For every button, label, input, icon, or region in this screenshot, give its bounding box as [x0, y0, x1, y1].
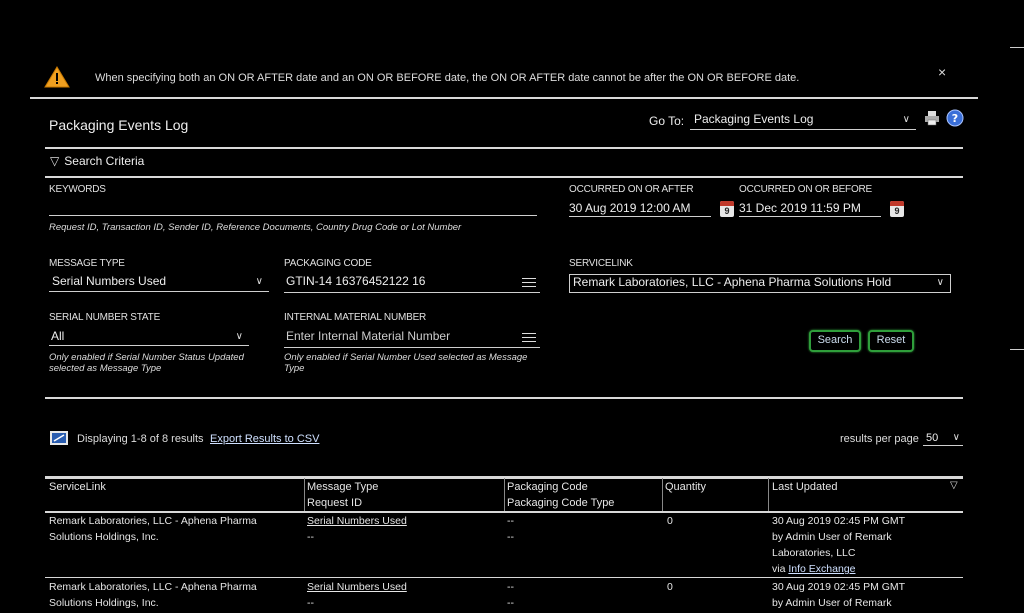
row-request-id: -- — [307, 597, 314, 609]
row-message-type-link[interactable]: Serial Numbers Used — [307, 513, 407, 529]
per-page-value: 50 — [926, 432, 939, 444]
occurred-before-label: OCCURRED ON OR BEFORE — [739, 184, 873, 195]
occurred-after-input[interactable]: 30 Aug 2019 12:00 AM — [569, 201, 711, 217]
help-icon[interactable]: ? — [946, 109, 964, 130]
packaging-code-value: GTIN-14 16376452122 16 — [286, 274, 426, 288]
search-button[interactable]: Search — [809, 330, 861, 352]
chevron-down-icon: ∨ — [902, 114, 910, 125]
col-divider — [662, 478, 663, 512]
row-updated-via: via Info Exchange — [772, 561, 856, 577]
row-updated-date: 30 Aug 2019 02:45 PM GMT — [772, 581, 906, 593]
criteria-divider — [45, 176, 963, 178]
chevron-down-icon: ∨ — [255, 276, 263, 287]
row-packaging-code: -- — [507, 581, 514, 593]
goto-label: Go To: — [649, 114, 685, 128]
col-packaging-code-type[interactable]: Packaging Code Type — [507, 497, 614, 509]
info-exchange-link[interactable]: Info Exchange — [788, 563, 855, 575]
internal-material-placeholder: Enter Internal Material Number — [286, 329, 451, 343]
row-packaging-code-type: -- — [507, 531, 514, 543]
keywords-input[interactable] — [49, 199, 537, 216]
internal-material-input[interactable]: Enter Internal Material Number — [284, 329, 540, 348]
occurred-after-label: OCCURRED ON OR AFTER — [569, 184, 694, 195]
search-criteria-label: Search Criteria — [64, 154, 145, 168]
col-divider — [768, 478, 769, 512]
row-servicelink: Remark Laboratories, LLC - Aphena Pharma — [49, 581, 257, 593]
scroll-marker — [1010, 349, 1024, 350]
row-updated-by: by Admin User of Remark — [772, 597, 892, 609]
row-message-type-link[interactable]: Serial Numbers Used — [307, 579, 407, 595]
calendar-icon[interactable]: 9 — [890, 201, 904, 217]
chevron-down-icon: ∨ — [952, 432, 960, 443]
row-packaging-code: -- — [507, 515, 514, 527]
csv-icon[interactable] — [50, 431, 68, 448]
col-packaging-code[interactable]: Packaging Code — [507, 481, 588, 493]
scroll-marker — [1010, 47, 1024, 48]
sort-desc-icon[interactable]: ▽ — [950, 480, 958, 491]
message-type-value: Serial Numbers Used — [52, 274, 167, 288]
per-page-label: results per page — [840, 433, 919, 445]
row-servicelink: Solutions Holdings, Inc. — [49, 597, 159, 609]
search-criteria-toggle[interactable]: ▽ Search Criteria — [50, 154, 144, 168]
chevron-down-icon: ∨ — [936, 277, 944, 288]
row-request-id: -- — [307, 531, 314, 543]
row-servicelink: Remark Laboratories, LLC - Aphena Pharma — [49, 515, 257, 527]
list-icon[interactable] — [522, 276, 536, 290]
serial-state-label: SERIAL NUMBER STATE — [49, 312, 161, 323]
message-type-select[interactable]: Serial Numbers Used ∨ — [49, 274, 269, 292]
occurred-before-input[interactable]: 31 Dec 2019 11:59 PM — [739, 201, 881, 217]
row-quantity: 0 — [667, 581, 673, 593]
message-type-label: MESSAGE TYPE — [49, 258, 125, 269]
internal-material-hint: Only enabled if Serial Number Used selec… — [284, 352, 528, 374]
row-servicelink: Solutions Holdings, Inc. — [49, 531, 159, 543]
serial-state-value: All — [51, 329, 65, 343]
via-label: via — [772, 563, 786, 575]
chevron-down-icon: ▽ — [50, 154, 60, 168]
serial-state-select[interactable]: All ∨ — [49, 329, 249, 346]
col-divider — [504, 478, 505, 512]
col-request-id[interactable]: Request ID — [307, 497, 362, 509]
keywords-label: KEYWORDS — [49, 184, 106, 195]
servicelink-select[interactable]: Remark Laboratories, LLC - Aphena Pharma… — [569, 274, 951, 293]
col-message-type[interactable]: Message Type — [307, 481, 378, 493]
keywords-hint: Request ID, Transaction ID, Sender ID, R… — [49, 222, 462, 233]
goto-select[interactable]: Packaging Events Log ∨ — [690, 112, 916, 130]
svg-text:?: ? — [952, 112, 958, 125]
reset-button[interactable]: Reset — [868, 330, 914, 352]
goto-selected-value: Packaging Events Log — [694, 112, 814, 126]
export-csv-link[interactable]: Export Results to CSV — [210, 433, 319, 445]
servicelink-value: Remark Laboratories, LLC - Aphena Pharma… — [573, 275, 892, 289]
alert-message: When specifying both an ON OR AFTER date… — [95, 72, 800, 84]
search-bottom-divider — [45, 397, 963, 399]
calendar-icon[interactable]: 9 — [720, 201, 734, 217]
col-servicelink[interactable]: ServiceLink — [49, 481, 106, 493]
row-updated-by: by Admin User of Remark — [772, 531, 892, 543]
alert-close-button[interactable]: × — [938, 64, 946, 80]
servicelink-label: SERVICELINK — [569, 258, 633, 269]
per-page-select[interactable]: 50 ∨ — [923, 430, 963, 446]
alert-divider — [30, 97, 978, 99]
packaging-code-input[interactable]: GTIN-14 16376452122 16 — [284, 274, 540, 293]
page-title: Packaging Events Log — [49, 117, 189, 133]
serial-state-hint: Only enabled if Serial Number Status Upd… — [49, 352, 244, 374]
row-divider — [45, 577, 963, 578]
packaging-code-label: PACKAGING CODE — [284, 258, 372, 269]
row-quantity: 0 — [667, 515, 673, 527]
list-icon[interactable] — [522, 331, 536, 345]
col-divider — [304, 478, 305, 512]
warning-icon — [44, 66, 70, 91]
col-last-updated[interactable]: Last Updated — [772, 481, 837, 493]
chevron-down-icon: ∨ — [235, 331, 243, 342]
row-updated-org: Laboratories, LLC — [772, 547, 856, 559]
row-updated-date: 30 Aug 2019 02:45 PM GMT — [772, 515, 906, 527]
print-icon[interactable] — [924, 110, 940, 129]
header-divider — [45, 147, 963, 149]
results-summary: Displaying 1-8 of 8 results — [77, 433, 204, 445]
row-packaging-code-type: -- — [507, 597, 514, 609]
col-quantity[interactable]: Quantity — [665, 481, 706, 493]
internal-material-label: INTERNAL MATERIAL NUMBER — [284, 312, 427, 323]
